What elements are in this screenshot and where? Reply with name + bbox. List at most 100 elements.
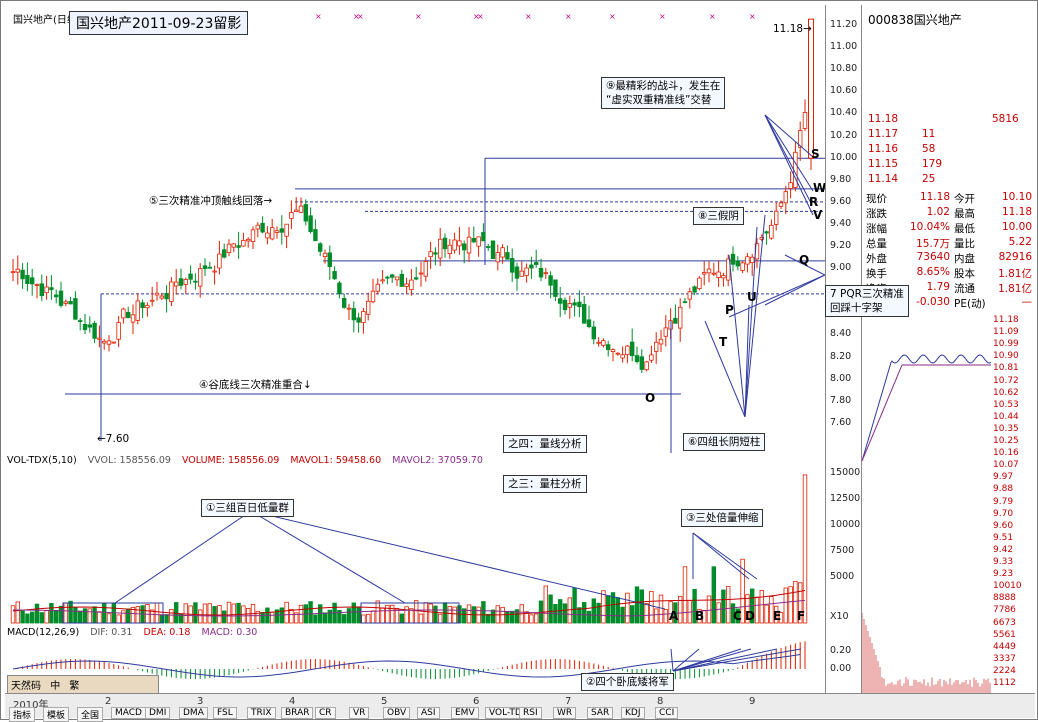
quote-key: 今开 <box>954 191 975 206</box>
indicator-tab[interactable]: BRAR <box>281 707 313 719</box>
intraday-tick: 10010 <box>993 581 1022 591</box>
indicator-tab[interactable]: VR <box>349 707 369 719</box>
macd-tick: 0.00 <box>830 663 851 674</box>
label-W: W <box>813 181 825 195</box>
quote-panel: 000838国兴地产 11.18 5816 11.17 11 11.16 58 11.15 1… <box>861 5 1036 321</box>
candle-body <box>40 284 44 296</box>
indicator-tab[interactable]: CR <box>315 707 336 719</box>
quote-value: 1.81亿 <box>988 281 1032 296</box>
indicator-tab[interactable]: TRIX <box>247 707 276 719</box>
volume-tick: 15000 <box>830 467 860 478</box>
indicator-tab[interactable]: WR <box>553 707 576 719</box>
volume-bar <box>352 603 356 623</box>
volume-bar <box>419 614 423 623</box>
ime-mode-zh[interactable]: 中 <box>47 676 63 693</box>
indicator-tab[interactable]: ASI <box>417 707 440 719</box>
candle-body <box>266 233 270 238</box>
candle-body <box>386 277 390 278</box>
quote-key: 涨跌 <box>866 206 887 221</box>
annotation-arrow <box>673 649 801 671</box>
volume-bar <box>664 610 668 623</box>
volume-bar <box>328 610 332 623</box>
volume-bar <box>789 587 793 623</box>
candle-body <box>549 276 553 286</box>
candle-body <box>659 339 663 344</box>
volume-bar <box>30 612 34 623</box>
month-label: 8 <box>657 696 663 707</box>
indicator-tab[interactable]: SAR <box>587 707 613 719</box>
candle-body <box>366 301 370 314</box>
indicator-tab[interactable]: MACD <box>111 707 146 719</box>
indicator-tab[interactable]: EMV <box>451 707 479 719</box>
ime-toolbar[interactable]: 天然码 中 繁 <box>7 675 159 695</box>
intraday-tick: 9.70 <box>993 509 1013 519</box>
intraday-tick: 10.72 <box>993 376 1019 386</box>
intraday-chart[interactable] <box>862 321 992 693</box>
volume-bar <box>357 607 361 623</box>
volume-bar <box>462 609 466 623</box>
candle-body <box>486 247 490 248</box>
intraday-tick: 10.44 <box>993 412 1019 422</box>
volume-bar <box>155 603 159 623</box>
candle-body <box>779 203 783 206</box>
candle-body <box>443 238 447 249</box>
intraday-tick: 10.62 <box>993 388 1019 398</box>
price-panel[interactable]: ××××××××××××× 国兴地产(日线) 国兴地产2011-09-23留影 … <box>5 5 825 454</box>
ime-name[interactable]: 天然码 <box>8 676 44 693</box>
candle-body <box>678 307 682 328</box>
indicator-tab[interactable]: FSL <box>213 707 237 719</box>
indicator-tab[interactable]: DMI <box>145 707 170 719</box>
volume-bar <box>765 605 769 623</box>
quote-value: 1.79 <box>902 281 950 293</box>
indicator-tab[interactable]: KDJ <box>621 707 645 719</box>
candle-body <box>578 302 582 306</box>
volume-bar <box>760 591 764 623</box>
candle-body <box>160 296 164 298</box>
candle-body <box>189 274 193 279</box>
month-label: 5 <box>381 696 387 707</box>
annotation-arrow <box>251 511 405 603</box>
volume-bar <box>366 614 370 623</box>
volume-bar <box>342 615 346 623</box>
candle-body <box>285 224 289 236</box>
volume-bar <box>69 601 73 623</box>
quote-key: 最高 <box>954 206 975 221</box>
indicator-tab[interactable]: CCI <box>655 707 678 719</box>
volume-tick: 12500 <box>830 493 860 504</box>
volume-bar <box>232 604 236 623</box>
volume-bar <box>376 601 380 623</box>
volume-bar <box>400 614 404 623</box>
candle-body <box>98 338 102 339</box>
candle-body <box>674 318 678 323</box>
macd-legend: MACD(12,26,9) DIF: 0.31 DEA: 0.18 MACD: … <box>7 627 265 638</box>
indicator-tab[interactable]: OBV <box>383 707 410 719</box>
candle-body <box>102 341 106 343</box>
indicator-tab[interactable]: RSI <box>519 707 542 719</box>
candle-body <box>683 302 687 303</box>
volume-bar <box>170 609 174 623</box>
candle-body <box>261 223 265 232</box>
quote-value: 1.81亿 <box>988 266 1032 281</box>
quote-value: 1.02 <box>902 206 950 218</box>
price-tick: 10.20 <box>830 130 857 141</box>
order-price: 11.14 <box>868 173 898 185</box>
candlestick-chart[interactable]: ××××××××××××× <box>5 5 825 453</box>
low-label: ←7.60 <box>97 433 129 445</box>
indicator-tab[interactable]: DMA <box>179 707 208 719</box>
candle-body <box>602 341 606 346</box>
intraday-tick: 4449 <box>993 642 1016 652</box>
candle-body <box>170 282 174 302</box>
candle-body <box>688 292 692 299</box>
volume-bar <box>448 606 452 623</box>
quote-key: 量比 <box>954 236 975 251</box>
candle-body <box>213 271 217 272</box>
candle-body <box>458 241 462 246</box>
quote-row: 涨幅 10.04% 最低 10.00 <box>862 221 1036 236</box>
volume-panel[interactable]: VOL-TDX(5,10) VVOL: 158556.09 VOLUME: 15… <box>5 453 825 626</box>
volume-bar <box>530 615 534 623</box>
candle-body <box>558 299 562 304</box>
candle-body <box>582 304 586 323</box>
volume-bar <box>290 609 294 623</box>
volume-chart[interactable] <box>5 453 825 625</box>
ime-mode-trad[interactable]: 繁 <box>66 676 82 693</box>
